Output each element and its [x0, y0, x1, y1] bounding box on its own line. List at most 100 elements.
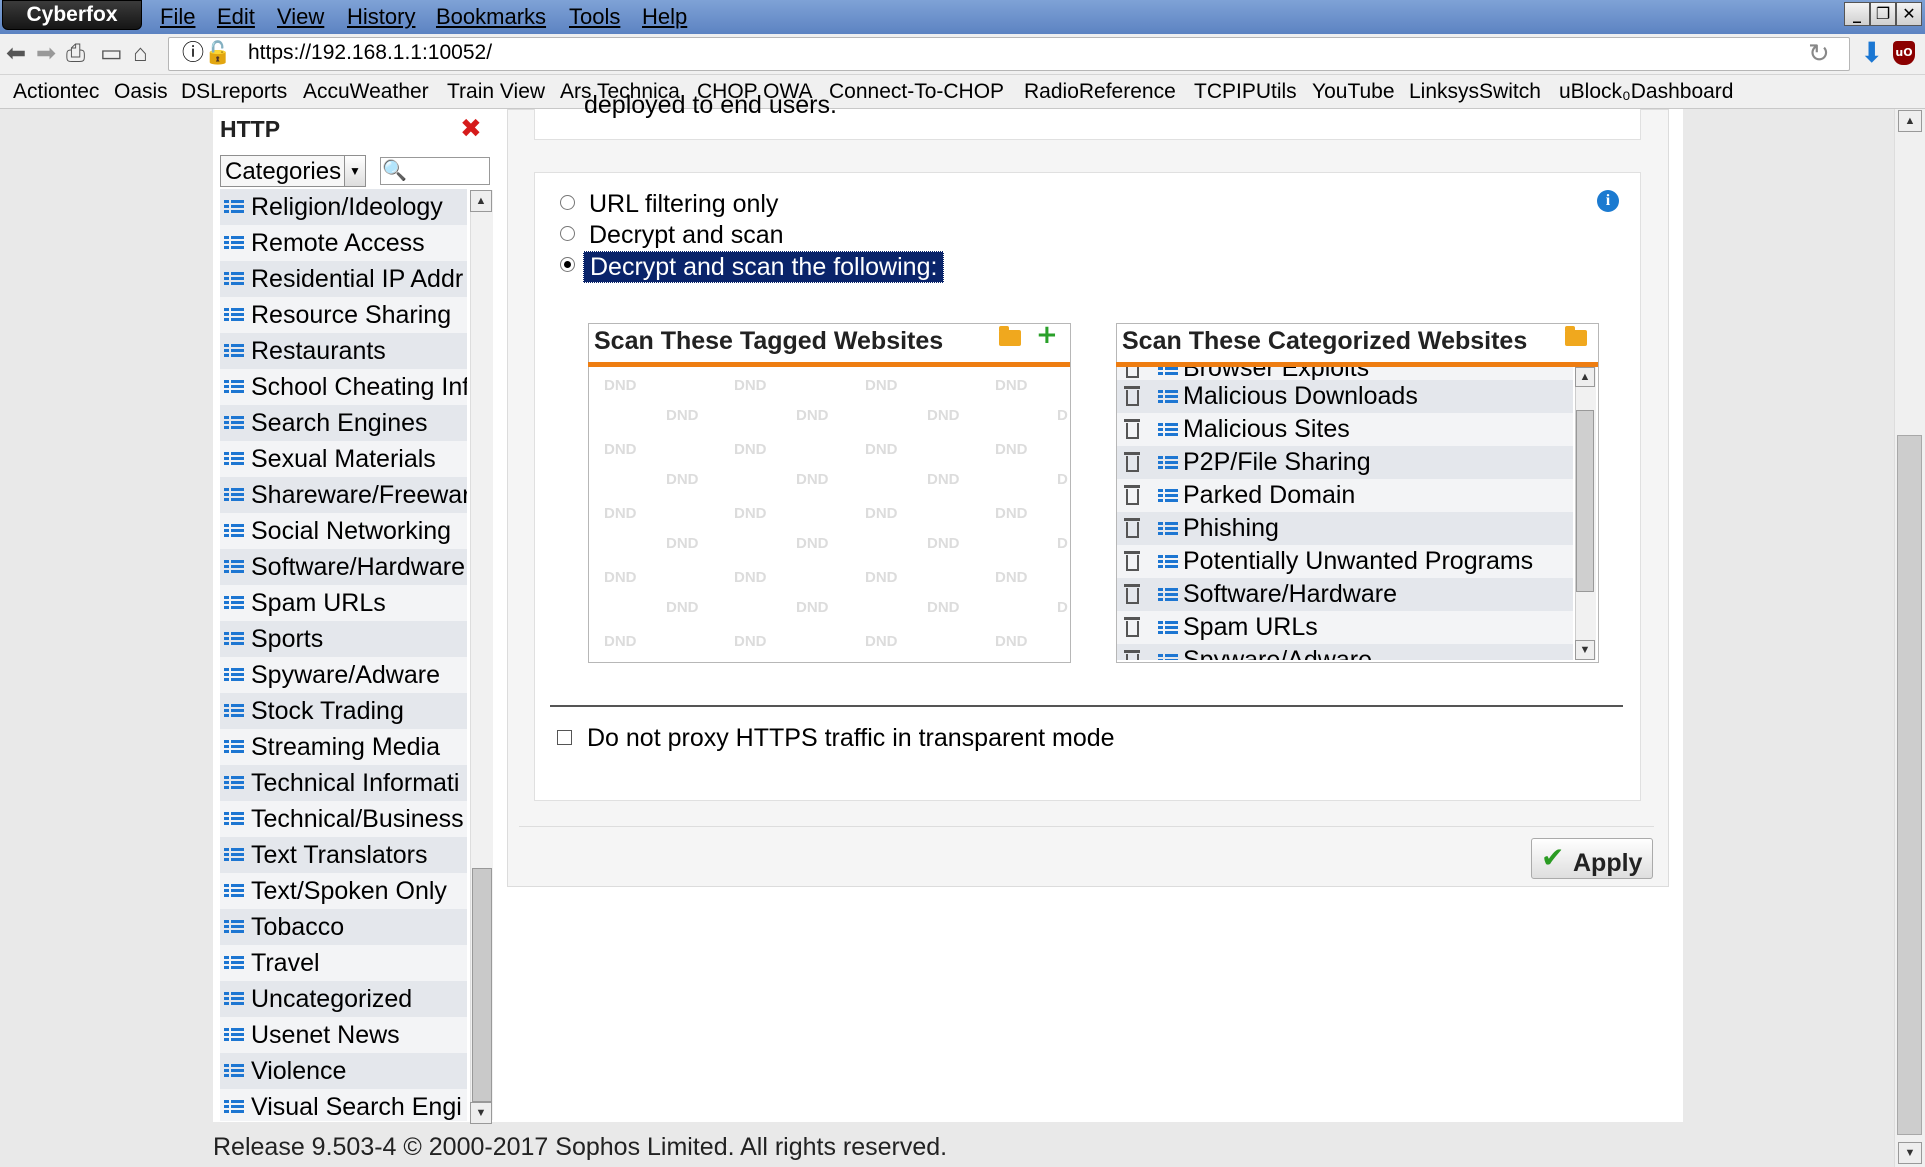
- list-item[interactable]: Residential IP Addr: [220, 261, 467, 297]
- list-item[interactable]: Software/Hardware: [220, 549, 467, 585]
- list-item[interactable]: Potentially Unwanted Programs: [1117, 545, 1573, 578]
- close-window-button[interactable]: ✕: [1896, 2, 1922, 26]
- list-item[interactable]: Malicious Sites: [1117, 413, 1573, 446]
- url-text[interactable]: https://192.168.1.1:10052/: [248, 38, 492, 68]
- scroll-down-icon[interactable]: ▼: [470, 1102, 492, 1124]
- list-item[interactable]: Sports: [220, 621, 467, 657]
- list-item[interactable]: Spyware/Adware: [220, 657, 467, 693]
- list-item[interactable]: Sexual Materials: [220, 441, 467, 477]
- bookmark-radioreference[interactable]: RadioReference: [1024, 75, 1176, 108]
- forward-icon[interactable]: ➡: [36, 40, 56, 68]
- scroll-down-icon[interactable]: ▼: [1575, 640, 1595, 660]
- trash-icon[interactable]: [1124, 485, 1140, 505]
- sidebar-scroll-thumb[interactable]: [472, 868, 492, 1102]
- minimize-button[interactable]: _: [1844, 2, 1870, 26]
- radio-url-filtering-only-label[interactable]: URL filtering only: [589, 189, 778, 219]
- bookmark-connect-to-chop[interactable]: Connect-To-CHOP: [829, 75, 1004, 108]
- list-item[interactable]: Text/Spoken Only: [220, 873, 467, 909]
- bookmark-oasis[interactable]: Oasis: [114, 75, 168, 108]
- trash-icon[interactable]: [1124, 551, 1140, 571]
- bookmark-actiontec[interactable]: Actiontec: [13, 75, 99, 108]
- no-proxy-https-label[interactable]: Do not proxy HTTPS traffic in transparen…: [587, 723, 1115, 753]
- trash-icon[interactable]: [1124, 367, 1140, 378]
- bookmark-ublock-dashboard[interactable]: uBlock₀Dashboard: [1559, 75, 1733, 108]
- page-scroll-thumb[interactable]: [1897, 435, 1922, 1135]
- menu-bookmarks[interactable]: Bookmarks: [436, 2, 546, 32]
- site-identity-icon[interactable]: ⓘ🔓: [182, 38, 231, 68]
- list-item[interactable]: Spam URLs: [220, 585, 467, 621]
- radio-url-filtering-only[interactable]: [560, 195, 575, 210]
- bookmark-dslreports[interactable]: DSLreports: [181, 75, 287, 108]
- list-item[interactable]: Technical/Business: [220, 801, 467, 837]
- restore-button[interactable]: ❐: [1870, 2, 1896, 26]
- trash-icon[interactable]: [1124, 452, 1140, 472]
- list-item[interactable]: Violence: [220, 1053, 467, 1089]
- list-item[interactable]: Tobacco: [220, 909, 467, 945]
- menu-view[interactable]: View: [277, 2, 324, 32]
- list-item[interactable]: P2P/File Sharing: [1117, 446, 1573, 479]
- trash-icon[interactable]: [1124, 617, 1140, 637]
- list-item[interactable]: Restaurants: [220, 333, 467, 369]
- list-item[interactable]: Stock Trading: [220, 693, 467, 729]
- trash-icon[interactable]: [1124, 584, 1140, 604]
- chevron-down-icon[interactable]: ▼: [344, 156, 365, 186]
- apply-button-label[interactable]: Apply: [1573, 848, 1642, 878]
- scroll-up-icon[interactable]: ▲: [1898, 110, 1922, 132]
- scroll-down-icon[interactable]: ▼: [1898, 1142, 1922, 1164]
- list-item[interactable]: School Cheating Inf: [220, 369, 467, 405]
- trash-icon[interactable]: [1124, 650, 1140, 660]
- print-icon[interactable]: ⎙: [66, 40, 85, 68]
- app-brand-button[interactable]: Cyberfox: [2, 0, 142, 30]
- list-item[interactable]: Phishing: [1117, 512, 1573, 545]
- list-item[interactable]: Shareware/Freewar: [220, 477, 467, 513]
- list-item[interactable]: Visual Search Engi: [220, 1089, 467, 1121]
- bookmark-accuweather[interactable]: AccuWeather: [303, 75, 429, 108]
- list-item[interactable]: Text Translators: [220, 837, 467, 873]
- list-item[interactable]: Social Networking: [220, 513, 467, 549]
- scroll-up-icon[interactable]: ▲: [470, 190, 492, 212]
- list-item[interactable]: Usenet News: [220, 1017, 467, 1053]
- list-item[interactable]: Spam URLs: [1117, 611, 1573, 644]
- trash-icon[interactable]: [1124, 419, 1140, 439]
- list-item[interactable]: Resource Sharing: [220, 297, 467, 333]
- list-item[interactable]: Malicious Downloads: [1117, 380, 1573, 413]
- categorized-list-scroll-thumb[interactable]: [1576, 410, 1594, 592]
- menu-history[interactable]: History: [347, 2, 415, 32]
- menu-help[interactable]: Help: [642, 2, 687, 32]
- scroll-up-icon[interactable]: ▲: [1575, 367, 1595, 387]
- list-item[interactable]: Uncategorized: [220, 981, 467, 1017]
- window-icon[interactable]: ▭: [100, 40, 123, 68]
- menu-file[interactable]: File: [160, 2, 195, 32]
- bookmark-train-view[interactable]: Train View: [447, 75, 545, 108]
- add-icon[interactable]: +: [1036, 322, 1058, 348]
- list-item[interactable]: Spyware/Adware: [1117, 644, 1573, 660]
- list-item[interactable]: Religion/Ideology: [220, 189, 467, 225]
- download-icon[interactable]: ⬇: [1860, 36, 1886, 70]
- no-proxy-https-checkbox[interactable]: [557, 730, 572, 745]
- list-item[interactable]: Search Engines: [220, 405, 467, 441]
- tagged-websites-dropzone[interactable]: DND DND DND DND DND DND DND DND DND DND …: [590, 368, 1068, 660]
- list-item[interactable]: Software/Hardware: [1117, 578, 1573, 611]
- radio-decrypt-and-scan[interactable]: [560, 226, 575, 241]
- radio-decrypt-and-scan-following-label[interactable]: Decrypt and scan the following:: [583, 251, 945, 283]
- bookmark-linksysswitch[interactable]: LinksysSwitch: [1409, 75, 1541, 108]
- sidebar-close-icon[interactable]: ✖: [460, 114, 482, 144]
- bookmark-youtube[interactable]: YouTube: [1312, 75, 1395, 108]
- folder-icon[interactable]: [999, 326, 1021, 346]
- trash-icon[interactable]: [1124, 518, 1140, 538]
- bookmark-tcpiputils[interactable]: TCPIPUtils: [1194, 75, 1297, 108]
- radio-decrypt-and-scan-following[interactable]: [560, 257, 575, 272]
- list-item[interactable]: Travel: [220, 945, 467, 981]
- back-icon[interactable]: ⬅: [6, 40, 26, 68]
- list-item[interactable]: Parked Domain: [1117, 479, 1573, 512]
- info-icon[interactable]: i: [1597, 190, 1619, 212]
- folder-icon[interactable]: [1565, 326, 1587, 346]
- menu-edit[interactable]: Edit: [217, 2, 255, 32]
- list-item[interactable]: Technical Informati: [220, 765, 467, 801]
- radio-decrypt-and-scan-label[interactable]: Decrypt and scan: [589, 220, 784, 250]
- trash-icon[interactable]: [1124, 386, 1140, 406]
- reload-icon[interactable]: ↻: [1808, 38, 1830, 68]
- home-icon[interactable]: ⌂: [133, 40, 148, 68]
- menu-tools[interactable]: Tools: [569, 2, 620, 32]
- ublock-icon[interactable]: uO: [1893, 41, 1915, 65]
